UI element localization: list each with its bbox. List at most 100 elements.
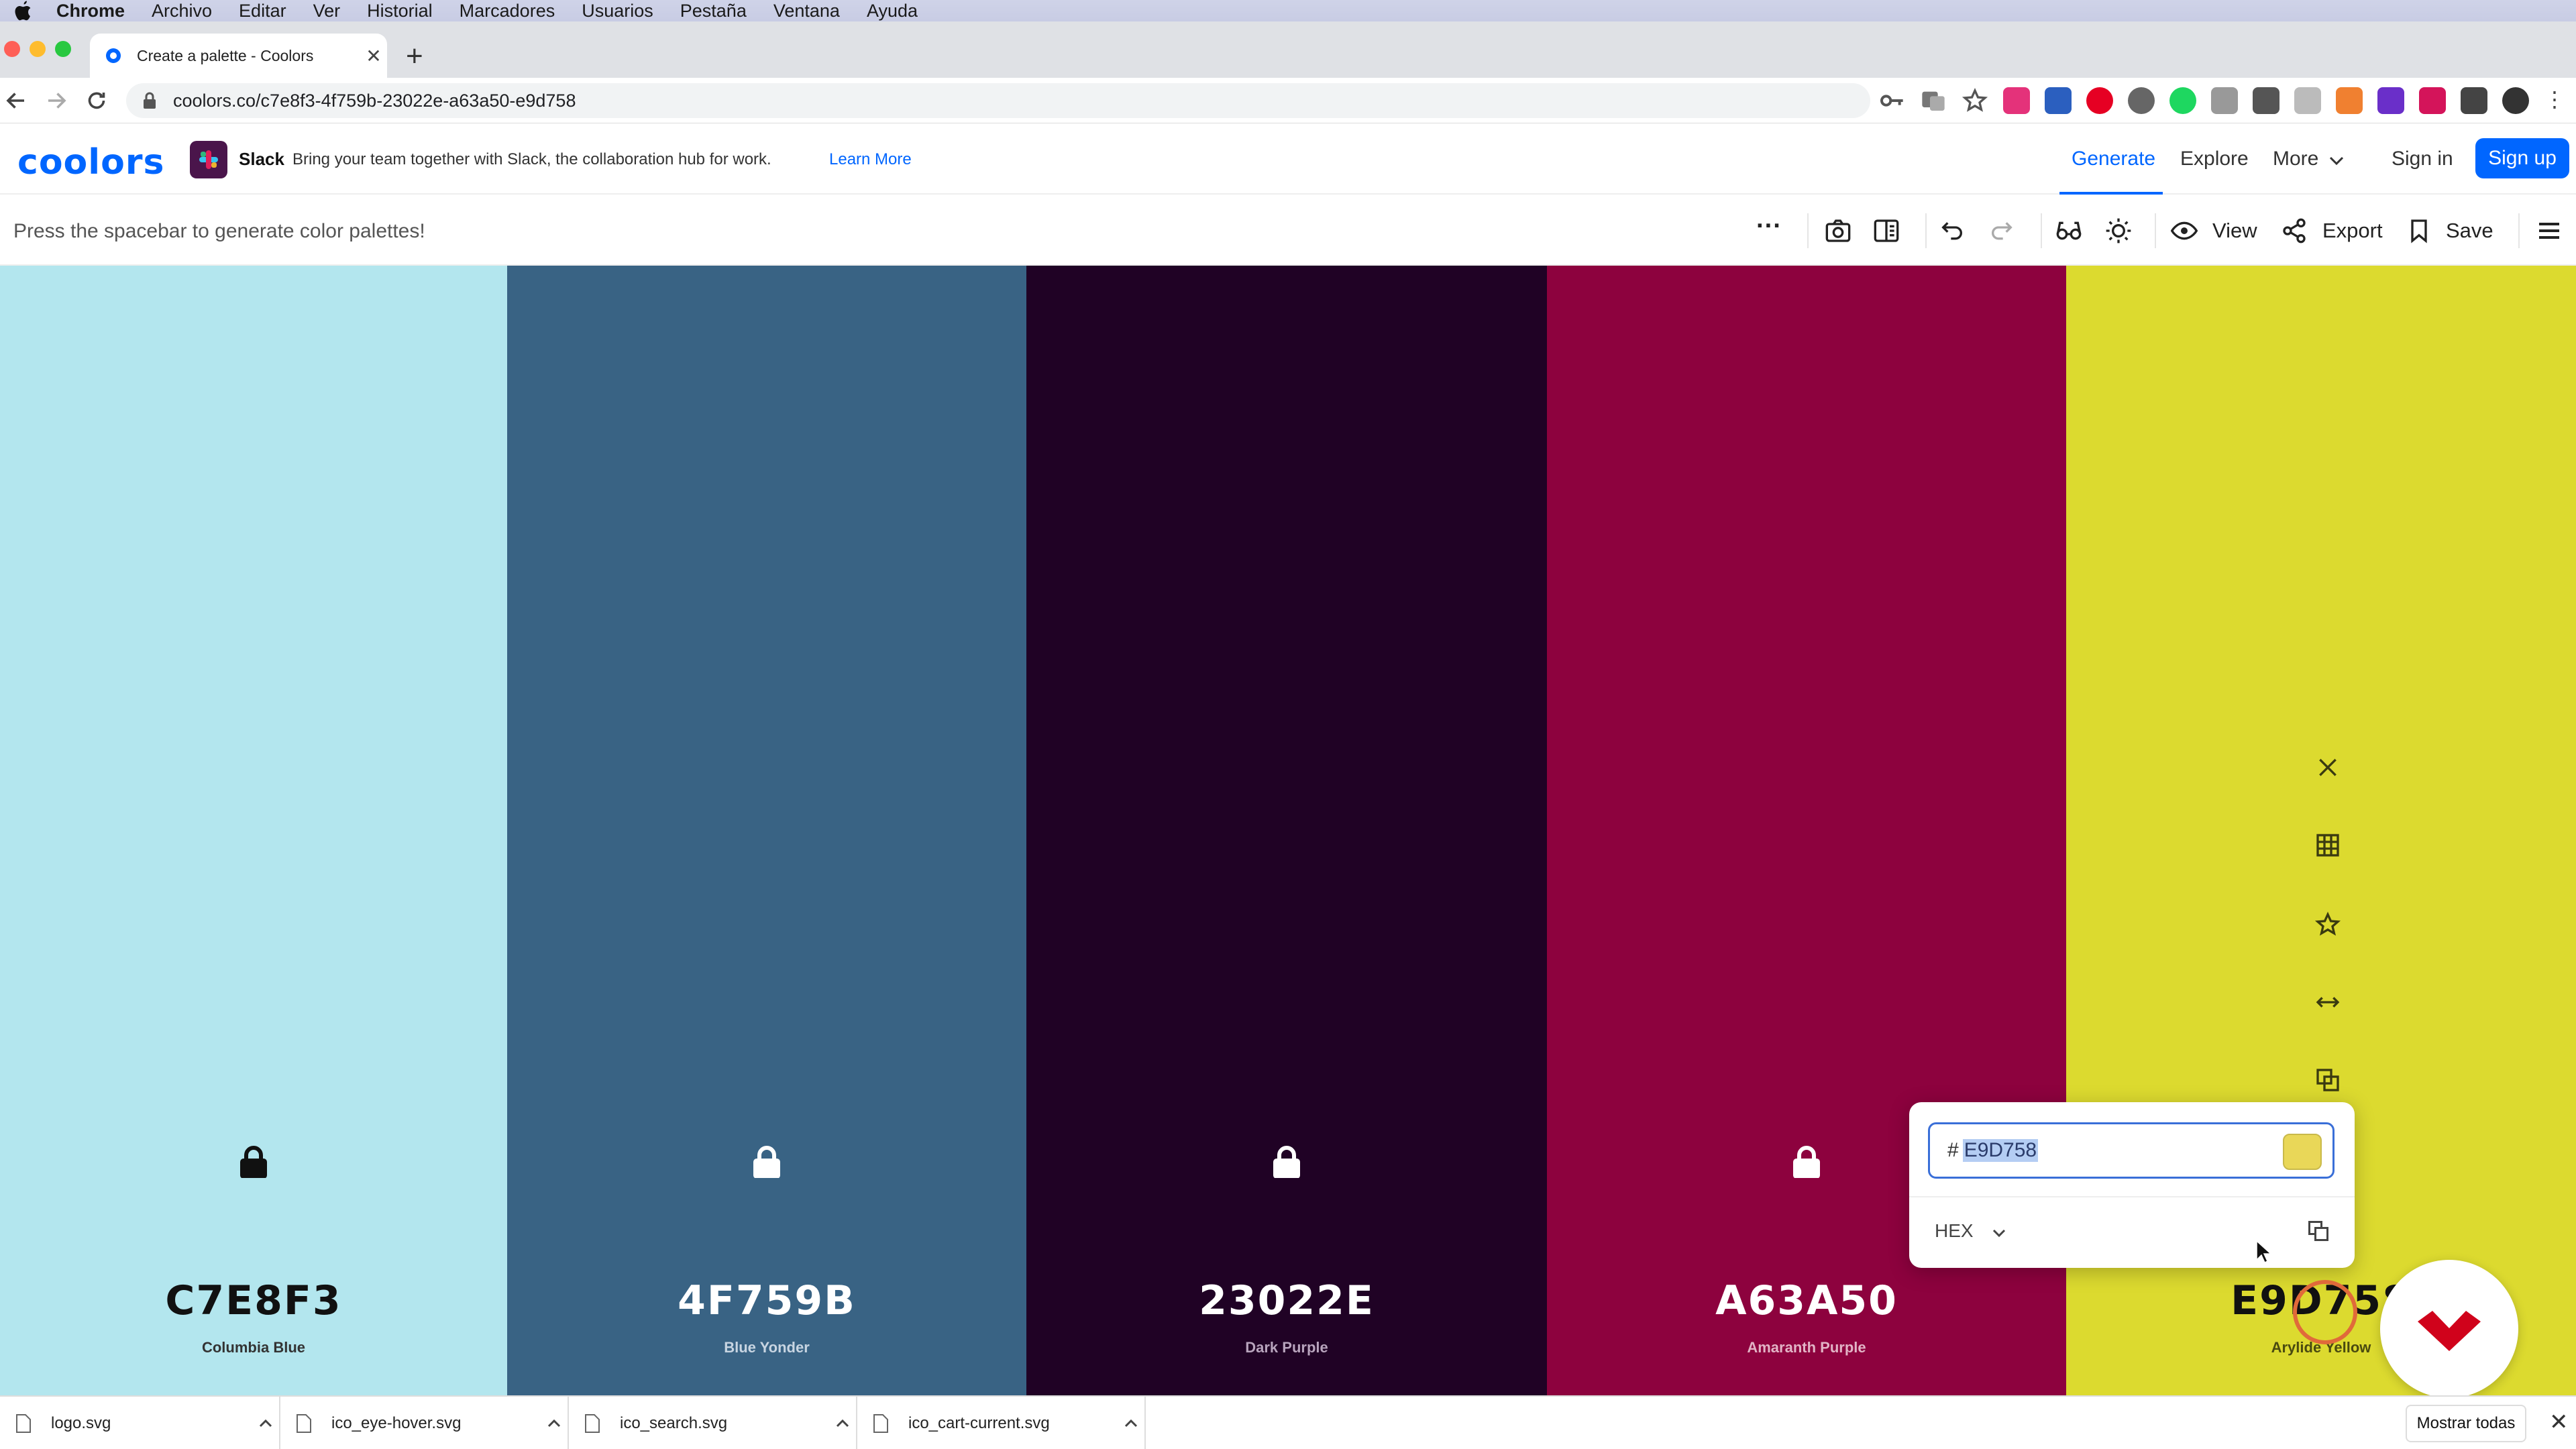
show-all-downloads-button[interactable]: Mostrar todas xyxy=(2406,1405,2526,1442)
new-tab-button[interactable]: + xyxy=(406,42,423,71)
bookmark-star-icon[interactable] xyxy=(1962,87,1988,114)
layout-split-icon[interactable] xyxy=(1873,217,1900,244)
drag-arrows-icon[interactable] xyxy=(2314,989,2341,1016)
download-item[interactable]: ico_search.svg xyxy=(569,1397,857,1449)
menu-historial[interactable]: Historial xyxy=(367,1,433,21)
forward-arrow-icon[interactable] xyxy=(44,89,68,113)
color-hex-code[interactable]: C7E8F3 xyxy=(0,1277,507,1324)
chrome-menu-kebab-icon[interactable]: ⋮ xyxy=(2544,87,2565,114)
sign-up-button[interactable]: Sign up xyxy=(2475,138,2569,178)
favorite-star-icon[interactable] xyxy=(2314,911,2341,938)
padlock-icon[interactable] xyxy=(142,92,157,109)
shades-grid-icon[interactable] xyxy=(2314,832,2341,859)
redo-icon[interactable] xyxy=(1988,217,2015,244)
remove-color-icon[interactable] xyxy=(2314,754,2341,781)
translate-icon[interactable] xyxy=(1920,87,1947,114)
download-item[interactable]: ico_eye-hover.svg xyxy=(280,1397,569,1449)
download-item[interactable]: logo.svg xyxy=(0,1397,280,1449)
hex-input-value[interactable]: E9D758 xyxy=(1962,1139,2039,1162)
menu-usuarios[interactable]: Usuarios xyxy=(582,1,653,21)
menu-app-chrome[interactable]: Chrome xyxy=(56,1,125,21)
color-swatch[interactable] xyxy=(2283,1134,2322,1170)
color-mode-select[interactable]: HEX xyxy=(1935,1220,1974,1242)
sign-in-link[interactable]: Sign in xyxy=(2392,148,2453,170)
floating-logo-button[interactable] xyxy=(2380,1260,2518,1398)
close-window-button[interactable] xyxy=(4,41,20,57)
color-name[interactable]: Amaranth Purple xyxy=(1547,1339,2066,1356)
hamburger-menu-icon[interactable] xyxy=(2536,217,2563,244)
menu-pestana[interactable]: Pestaña xyxy=(680,1,747,21)
menu-marcadores[interactable]: Marcadores xyxy=(460,1,555,21)
extension-icon-1[interactable] xyxy=(2003,87,2030,114)
menu-archivo[interactable]: Archivo xyxy=(152,1,212,21)
palette-column-3[interactable]: 23022E Dark Purple xyxy=(1026,266,1547,1395)
eyedropper-icon[interactable] xyxy=(2253,87,2279,114)
extension-icon-11[interactable] xyxy=(2419,87,2446,114)
menu-ventana[interactable]: Ventana xyxy=(773,1,840,21)
profile-avatar-icon[interactable] xyxy=(2502,87,2529,114)
address-bar[interactable]: coolors.co/c7e8f3-4f759b-23022e-a63a50-e… xyxy=(126,83,1870,118)
color-name[interactable]: Dark Purple xyxy=(1026,1339,1547,1356)
slack-logo-icon[interactable] xyxy=(190,141,227,178)
chevron-up-icon[interactable] xyxy=(829,1415,856,1432)
key-icon[interactable] xyxy=(1878,87,1905,114)
eye-icon[interactable] xyxy=(2171,217,2198,244)
color-hex-code[interactable]: 23022E xyxy=(1026,1277,1547,1324)
tab-create-palette[interactable]: Create a palette - Coolors ✕ xyxy=(90,34,387,78)
color-hex-code[interactable]: A63A50 xyxy=(1547,1277,2066,1324)
spacebar-hint: Press the spacebar to generate color pal… xyxy=(13,220,425,242)
nav-more[interactable]: More xyxy=(2273,148,2318,170)
sun-icon[interactable] xyxy=(2105,217,2132,244)
view-button[interactable]: View xyxy=(2212,219,2257,243)
menu-editar[interactable]: Editar xyxy=(239,1,286,21)
lock-icon[interactable] xyxy=(1273,1146,1301,1178)
extension-icon-5[interactable] xyxy=(2169,87,2196,114)
share-icon[interactable] xyxy=(2281,217,2308,244)
apple-icon[interactable] xyxy=(13,0,34,23)
palette-column-1[interactable]: C7E8F3 Columbia Blue xyxy=(0,266,507,1395)
puzzle-extensions-icon[interactable] xyxy=(2461,87,2487,114)
export-button[interactable]: Export xyxy=(2322,219,2383,243)
back-arrow-icon[interactable] xyxy=(4,89,28,113)
chevron-up-icon[interactable] xyxy=(1118,1415,1144,1432)
pinterest-icon[interactable] xyxy=(2086,87,2113,114)
hex-input-field[interactable]: # E9D758 xyxy=(1928,1122,2334,1179)
lock-icon[interactable] xyxy=(239,1146,268,1178)
coolors-logo[interactable]: coolors xyxy=(17,142,164,182)
bookmark-icon[interactable] xyxy=(2406,217,2432,244)
menu-ver[interactable]: Ver xyxy=(313,1,341,21)
copy-icon[interactable] xyxy=(2306,1219,2330,1243)
chevron-up-icon[interactable] xyxy=(252,1415,279,1432)
camera-icon[interactable] xyxy=(1825,217,1851,244)
chevron-down-icon[interactable] xyxy=(2328,154,2345,168)
menu-ayuda[interactable]: Ayuda xyxy=(867,1,918,21)
chevron-down-icon[interactable] xyxy=(1991,1227,2007,1239)
tab-close-icon[interactable]: ✕ xyxy=(360,45,387,67)
palette-column-2[interactable]: 4F759B Blue Yonder xyxy=(507,266,1026,1395)
lock-icon[interactable] xyxy=(753,1146,781,1178)
chevron-up-icon[interactable] xyxy=(541,1415,568,1432)
download-item[interactable]: ico_cart-current.svg xyxy=(857,1397,1146,1449)
extension-icon-4[interactable] xyxy=(2128,87,2155,114)
extension-icon-9[interactable] xyxy=(2336,87,2363,114)
nav-explore[interactable]: Explore xyxy=(2180,148,2249,170)
color-hex-code[interactable]: 4F759B xyxy=(507,1277,1026,1324)
reload-icon[interactable] xyxy=(85,89,109,113)
extension-icon-8[interactable] xyxy=(2294,87,2321,114)
extension-icon-6[interactable] xyxy=(2211,87,2238,114)
zoom-window-button[interactable] xyxy=(55,41,71,57)
more-options-button[interactable]: ··· xyxy=(1756,212,1782,241)
glasses-icon[interactable] xyxy=(2055,217,2082,244)
save-button[interactable]: Save xyxy=(2446,219,2493,243)
close-downloads-icon[interactable]: ✕ xyxy=(2549,1409,2569,1436)
color-name[interactable]: Blue Yonder xyxy=(507,1339,1026,1356)
minimize-window-button[interactable] xyxy=(30,41,46,57)
nav-generate[interactable]: Generate xyxy=(2072,148,2155,170)
undo-icon[interactable] xyxy=(1939,217,1966,244)
ad-learn-more-link[interactable]: Learn More xyxy=(829,150,912,169)
lock-icon[interactable] xyxy=(1792,1146,1821,1178)
extension-icon-2[interactable] xyxy=(2045,87,2072,114)
extension-icon-10[interactable] xyxy=(2377,87,2404,114)
copy-hex-icon[interactable] xyxy=(2314,1067,2341,1093)
color-name[interactable]: Columbia Blue xyxy=(0,1339,507,1356)
